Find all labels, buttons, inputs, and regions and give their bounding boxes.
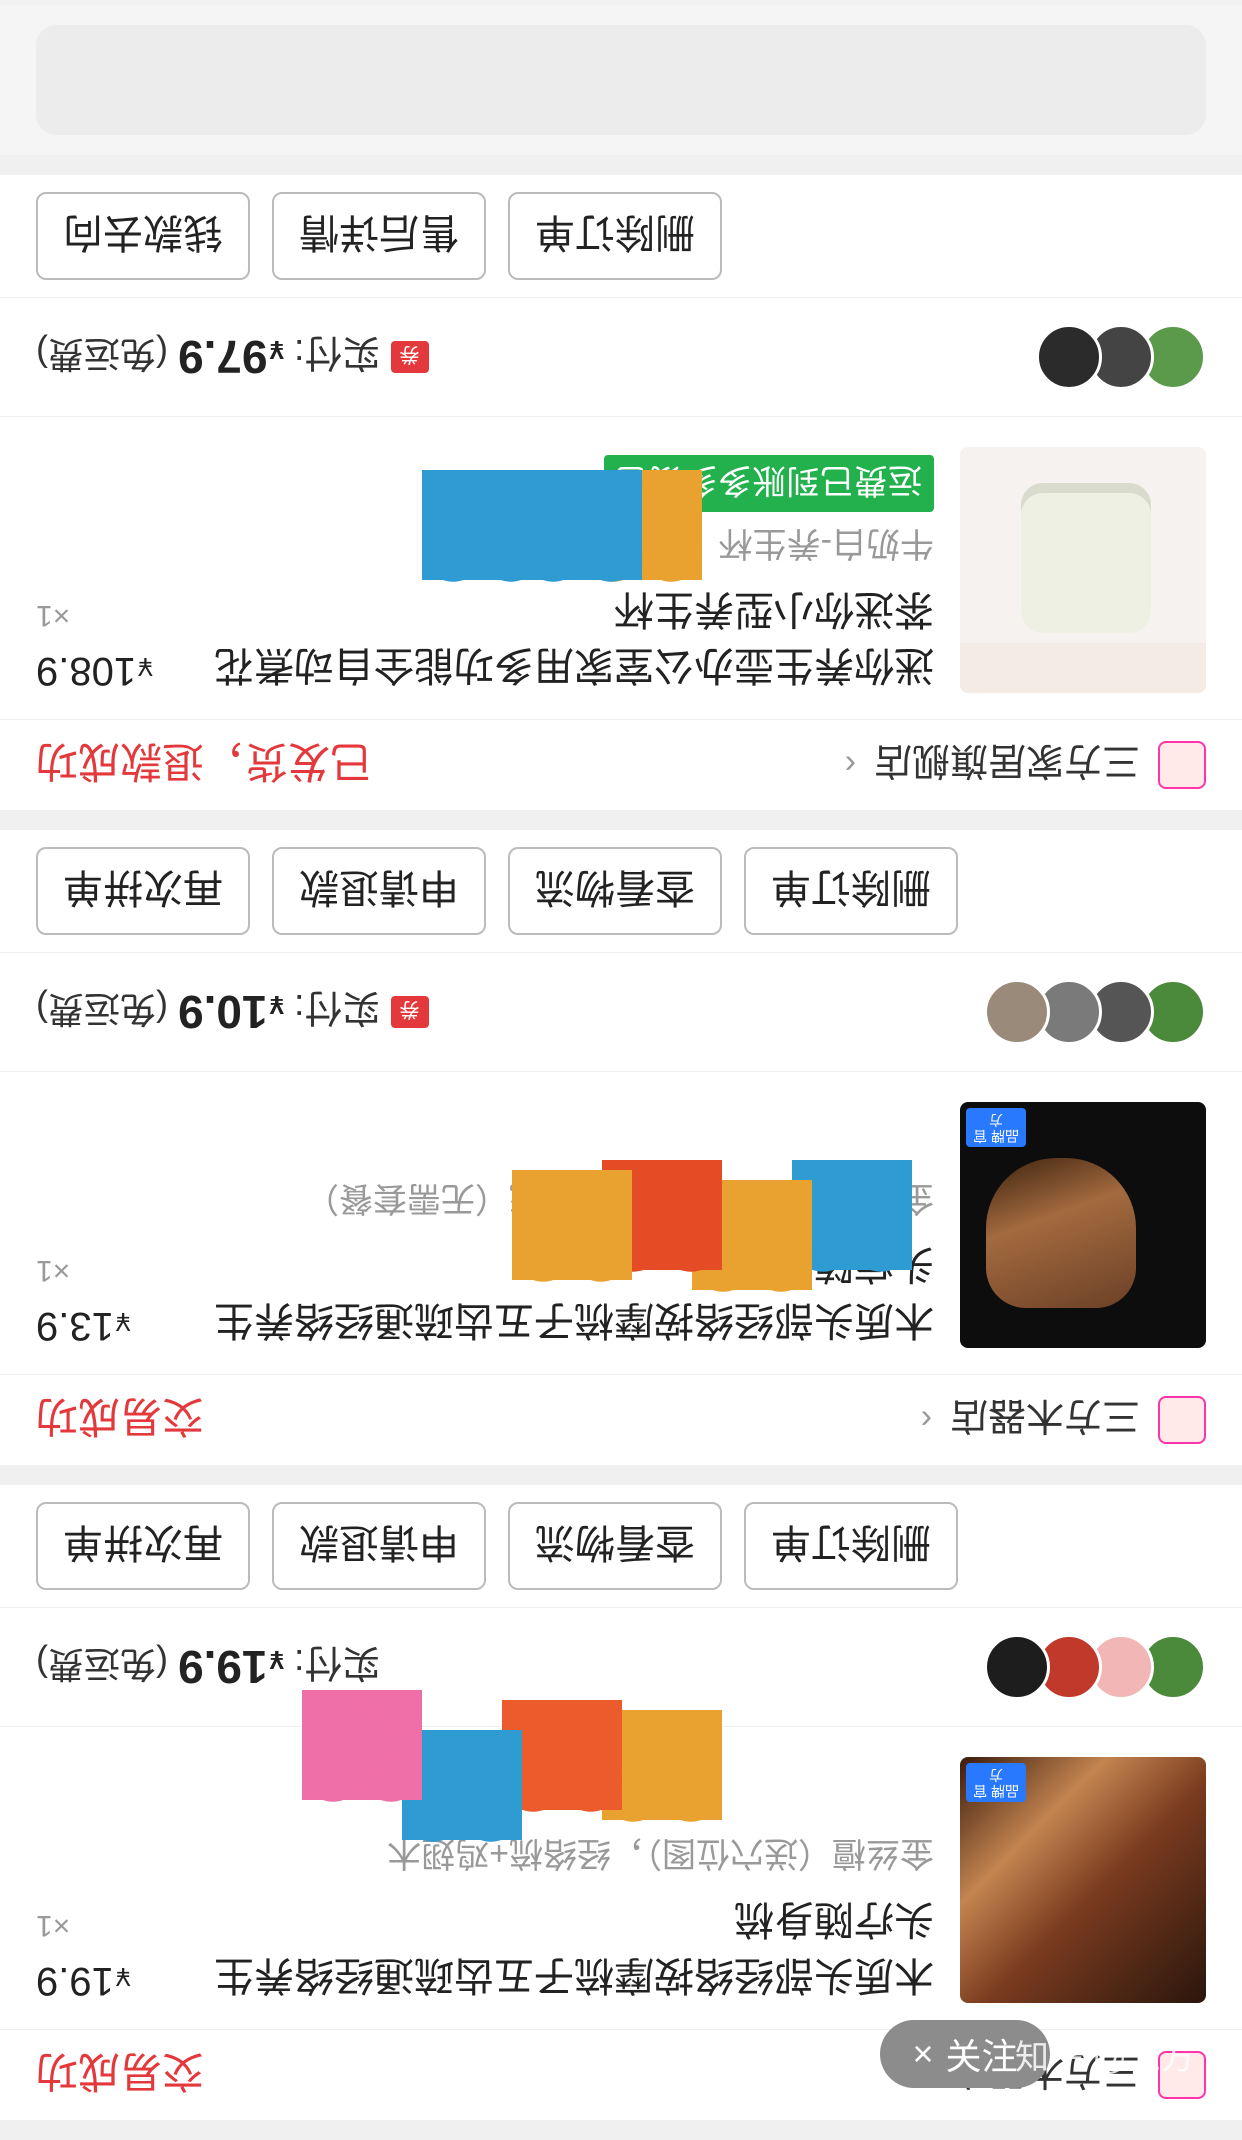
shop-link[interactable]: 三方木器店 ‹	[921, 1393, 1206, 1448]
goods-spec: 金丝檀（送穴位图），经络梳+鸡翅木	[387, 1834, 934, 1872]
order-header: 三方家居旗舰店 ‹ 已发货，退款成功	[0, 719, 1242, 810]
payment-summary: 券 实付: ¥10.9 (免运费)	[36, 985, 429, 1040]
pay-amount: ¥10.9	[177, 986, 284, 1038]
chevron-right-icon: ‹	[920, 1401, 932, 1440]
shipping-note: (免运费)	[36, 1644, 168, 1685]
watermark-text: 知乎 @三方	[1015, 2039, 1195, 2077]
goods-info: 木质头部经络按摩梳子五齿疏通经络养生头疗随身梳 金丝檀（送穴位图），经络梳+鸡翅…	[212, 1757, 934, 2003]
shop-name: 三方木器店	[949, 1394, 1140, 1437]
goods-item[interactable]: 迷你养生壶办公室家用多功能全自动煮花茶迷你小型养生杯 牛奶白-养生杯 运费已到账…	[0, 416, 1242, 719]
product-thumbnail[interactable]	[960, 447, 1206, 693]
goods-price-block: ¥13.9 ×1	[36, 1102, 186, 1348]
request-refund-button[interactable]: 申请退款	[272, 847, 486, 935]
pay-label: 实付:	[293, 986, 381, 1029]
order-card-2[interactable]: 三方木器店 ‹ 交易成功 品牌 官方 木质头部经络按摩梳子五齿疏通经络养生头疗随…	[0, 830, 1242, 1465]
goods-title: 木质头部经络按摩梳子五齿疏通经络养生头疗随身梳	[214, 1897, 934, 1997]
avatar	[984, 1634, 1050, 1700]
pay-label: 实付:	[293, 1641, 381, 1684]
order-actions: 删除订单 售后详情 钱款去向	[0, 175, 1242, 297]
section-gap	[0, 155, 1242, 175]
delete-order-button[interactable]: 删除订单	[508, 192, 722, 280]
order-status: 交易成功	[36, 1393, 205, 1441]
pay-row: 券 实付: ¥10.9 (免运费)	[0, 952, 1242, 1071]
order-card-3[interactable]: 三方家居旗舰店 ‹ 已发货，退款成功 迷你养生壶办公室家用多功能全自动煮花茶迷你…	[0, 175, 1242, 810]
bottom-bar	[0, 5, 1242, 155]
goods-spec: 牛奶白-养生杯	[718, 524, 934, 562]
kettle-image	[1021, 483, 1151, 633]
chevron-right-icon: ‹	[844, 746, 856, 785]
pay-amount: ¥97.9	[177, 331, 284, 383]
goods-price: ¥108.9	[36, 649, 153, 693]
goods-qty: ×1	[36, 599, 71, 632]
coupon-icon: 券	[390, 996, 429, 1028]
shop-link[interactable]: 三方家居旗舰店 ‹	[845, 738, 1206, 793]
coupon-icon: 券	[390, 341, 429, 373]
goods-price-block: ¥19.9 ×1	[36, 1757, 186, 2003]
avatar	[984, 979, 1050, 1045]
goods-qty: ×1	[36, 1909, 71, 1942]
goods-price-block: ¥108.9 ×1	[36, 447, 186, 693]
section-gap	[0, 1465, 1242, 1485]
request-refund-button[interactable]: 申请退款	[272, 1502, 486, 1590]
order-list-page: 三方木器店 ‹ 交易成功 品牌 官方 木质头部经络按摩梳子五齿疏通经络养生头疗随…	[0, 0, 1242, 2140]
group-avatars	[1036, 324, 1206, 390]
pay-amount: ¥19.9	[177, 1641, 284, 1693]
goods-qty: ×1	[36, 1254, 71, 1287]
goods-item[interactable]: 品牌 官方 木质头部经络按摩梳子五齿疏通经络养生头疗随身梳 金丝檀（送穴位图），…	[0, 1071, 1242, 1374]
goods-price: ¥13.9	[36, 1304, 131, 1348]
goods-info: 迷你养生壶办公室家用多功能全自动煮花茶迷你小型养生杯 牛奶白-养生杯 运费已到账…	[212, 447, 934, 693]
after-sales-button[interactable]: 售后详情	[272, 192, 486, 280]
goods-title: 木质头部经络按摩梳子五齿疏通经络养生头疗随身梳	[214, 1242, 934, 1342]
goods-item[interactable]: 品牌 官方 木质头部经络按摩梳子五齿疏通经络养生头疗随身梳 金丝檀（送穴位图），…	[0, 1726, 1242, 2029]
pay-label: 实付:	[293, 331, 381, 374]
goods-title: 迷你养生壶办公室家用多功能全自动煮花茶迷你小型养生杯	[214, 587, 934, 687]
thumb-banner	[960, 643, 1206, 693]
follow-label: 关注	[945, 2036, 1018, 2077]
bottom-overlay: × 关注 知乎 @三方	[0, 1990, 1242, 2140]
order-header: 三方木器店 ‹ 交易成功	[0, 1374, 1242, 1465]
reorder-button[interactable]: 再次拼单	[36, 847, 250, 935]
view-logistics-button[interactable]: 查看物流	[508, 847, 722, 935]
product-thumbnail[interactable]: 品牌 官方	[960, 1102, 1206, 1348]
section-gap	[0, 810, 1242, 830]
payment-summary: 券 实付: ¥97.9 (免运费)	[36, 330, 429, 385]
delete-order-button[interactable]: 删除订单	[744, 847, 958, 935]
shop-icon	[1158, 1396, 1206, 1444]
comb-image	[986, 1158, 1136, 1308]
freight-refund-tag: 运费已到账多多钱包	[604, 455, 934, 512]
reorder-button[interactable]: 再次拼单	[36, 1502, 250, 1590]
pay-row: 券 实付: ¥97.9 (免运费)	[0, 297, 1242, 416]
product-thumbnail[interactable]: 品牌 官方	[960, 1757, 1206, 2003]
order-actions: 删除订单 查看物流 申请退款 再次拼单	[0, 1485, 1242, 1607]
pay-row: 实付: ¥19.9 (免运费)	[0, 1607, 1242, 1726]
delete-order-button[interactable]: 删除订单	[744, 1502, 958, 1590]
bottom-panel	[36, 25, 1206, 135]
group-avatars	[984, 1634, 1206, 1700]
shipping-note: (免运费)	[36, 989, 168, 1030]
group-avatars	[984, 979, 1206, 1045]
shop-icon	[1158, 741, 1206, 789]
close-icon[interactable]: ×	[912, 2033, 933, 2075]
shipping-note: (免运费)	[36, 334, 168, 375]
order-status: 已发货，退款成功	[36, 738, 373, 786]
order-actions: 删除订单 查看物流 申请退款 再次拼单	[0, 830, 1242, 952]
brand-badge: 品牌 官方	[966, 1108, 1026, 1147]
goods-info: 木质头部经络按摩梳子五齿疏通经络养生头疗随身梳 金丝檀（送穴位图），经络梳（无需…	[212, 1102, 934, 1348]
payment-summary: 实付: ¥19.9 (免运费)	[36, 1640, 381, 1695]
goods-spec: 金丝檀（送穴位图），经络梳（无需套餐）	[305, 1179, 934, 1217]
brand-badge: 品牌 官方	[966, 1763, 1026, 1802]
view-logistics-button[interactable]: 查看物流	[508, 1502, 722, 1590]
refund-destination-button[interactable]: 钱款去向	[36, 192, 250, 280]
shop-name: 三方家居旗舰店	[873, 739, 1140, 782]
avatar	[1036, 324, 1102, 390]
